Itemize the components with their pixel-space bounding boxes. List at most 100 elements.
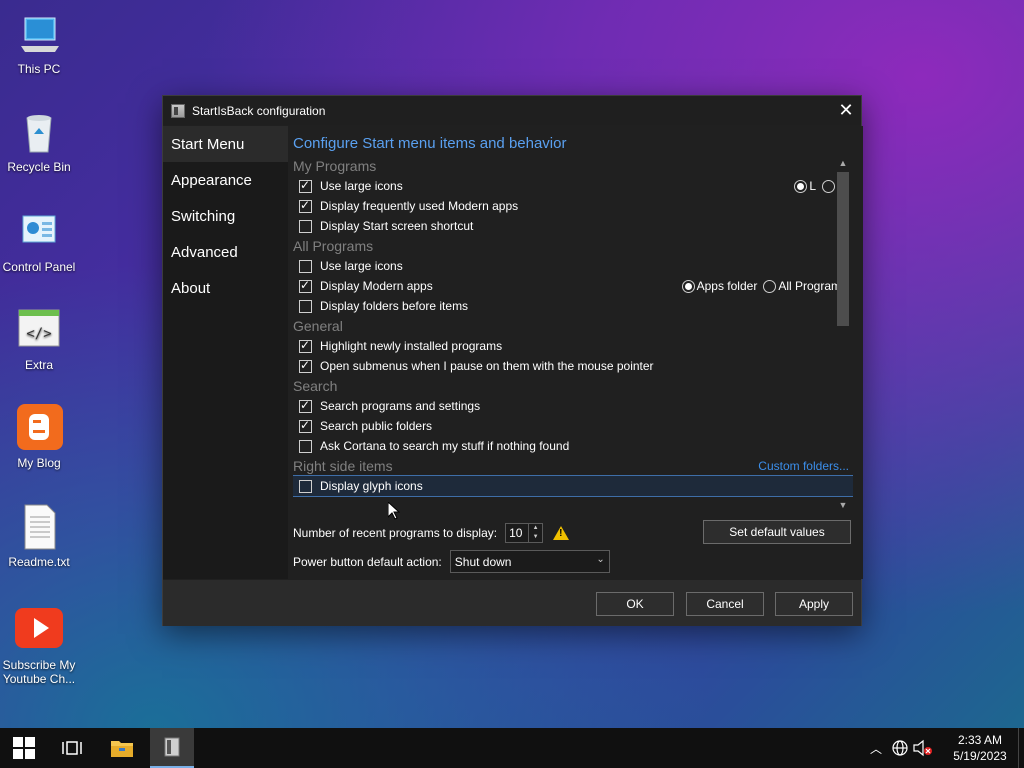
option-label: Use large icons bbox=[320, 259, 403, 273]
option-label: Use large icons bbox=[320, 179, 403, 193]
nav-item-appearance[interactable]: Appearance bbox=[163, 162, 288, 198]
set-default-values-button[interactable]: Set default values bbox=[703, 520, 851, 544]
network-globe-icon[interactable] bbox=[890, 738, 910, 758]
radio-button[interactable] bbox=[822, 179, 835, 193]
recent-programs-stepper[interactable]: 10 ▲ ▼ bbox=[505, 523, 544, 543]
stepper-value[interactable]: 10 bbox=[506, 526, 528, 540]
mouse-cursor-icon bbox=[388, 502, 400, 520]
stepper-arrows-icon[interactable]: ▲ ▼ bbox=[528, 524, 542, 542]
section-title: My Programs bbox=[293, 158, 377, 174]
option-row[interactable]: Display glyph icons bbox=[293, 475, 853, 497]
desktop-icon-label: Recycle Bin bbox=[7, 160, 71, 174]
radio-option-l[interactable]: L bbox=[794, 179, 816, 193]
option-row[interactable]: Display folders before items bbox=[293, 296, 853, 316]
desktop-icon-this-pc[interactable]: This PC bbox=[0, 10, 78, 76]
power-action-label: Power button default action: bbox=[293, 554, 442, 569]
option-row[interactable]: Use large icons L M bbox=[293, 176, 853, 196]
cancel-button[interactable]: Cancel bbox=[686, 592, 764, 616]
warning-icon bbox=[553, 526, 570, 540]
option-row[interactable]: Display Modern apps Apps folder All Prog… bbox=[293, 276, 853, 296]
desktop-icon-my-blog[interactable]: My Blog bbox=[0, 404, 78, 470]
desktop-icon-label: This PC bbox=[17, 62, 61, 76]
sidebar-nav: Start Menu Appearance Switching Advanced… bbox=[163, 126, 288, 579]
desktop-icon-recycle-bin[interactable]: Recycle Bin bbox=[0, 108, 78, 174]
recent-programs-label: Number of recent programs to display: bbox=[293, 526, 498, 540]
option-row[interactable]: Display Start screen shortcut bbox=[293, 216, 853, 236]
youtube-icon bbox=[15, 606, 63, 654]
control-panel-icon bbox=[15, 208, 63, 256]
option-row[interactable]: Open submenus when I pause on them with … bbox=[293, 356, 853, 376]
checkbox[interactable] bbox=[299, 358, 312, 373]
config-window: StartIsBack configuration ✕ Start Menu A… bbox=[162, 95, 863, 626]
radio-option-apps-folder[interactable]: Apps folder bbox=[681, 279, 757, 293]
show-desktop-button[interactable] bbox=[1018, 728, 1024, 768]
checkbox[interactable] bbox=[299, 439, 312, 453]
code-file-icon: </> bbox=[15, 306, 63, 354]
option-label: Open submenus when I pause on them with … bbox=[320, 359, 654, 373]
checkbox[interactable] bbox=[299, 178, 312, 193]
checkbox[interactable] bbox=[299, 479, 312, 493]
option-row[interactable]: Search public folders bbox=[293, 416, 853, 436]
nav-item-start-menu[interactable]: Start Menu bbox=[163, 126, 288, 162]
radio-button[interactable] bbox=[763, 279, 777, 293]
option-row[interactable]: Highlight newly installed programs bbox=[293, 336, 853, 356]
chevron-up-icon[interactable]: ︿ bbox=[864, 740, 888, 757]
windows-logo-icon bbox=[13, 737, 35, 759]
startisback-app-icon bbox=[164, 737, 180, 757]
apply-button[interactable]: Apply bbox=[775, 592, 853, 616]
option-row[interactable]: Display frequently used Modern apps bbox=[293, 196, 853, 216]
task-view-button[interactable] bbox=[48, 728, 96, 768]
scroll-down-icon[interactable]: ▼ bbox=[835, 498, 851, 512]
options-list: My Programs Use large icons L M Display … bbox=[293, 156, 853, 512]
desktop-icon-extra[interactable]: </> Extra bbox=[0, 306, 78, 372]
startisback-taskbar-button[interactable] bbox=[150, 728, 194, 768]
checkbox[interactable] bbox=[299, 338, 312, 353]
power-action-select[interactable]: Shut down ⌄ bbox=[449, 550, 610, 573]
option-row[interactable]: Search programs and settings bbox=[293, 396, 853, 416]
task-view-icon bbox=[62, 741, 82, 755]
start-button[interactable] bbox=[0, 728, 48, 768]
select-value: Shut down bbox=[454, 554, 512, 569]
radio-button[interactable] bbox=[681, 279, 695, 293]
desktop-icon-youtube[interactable]: Subscribe My Youtube Ch... bbox=[0, 606, 78, 686]
checkbox[interactable] bbox=[299, 259, 312, 273]
desktop-icon-label: My Blog bbox=[17, 456, 61, 470]
checkbox[interactable] bbox=[299, 299, 312, 313]
scroll-up-icon[interactable]: ▲ bbox=[835, 156, 851, 170]
checkbox[interactable] bbox=[299, 418, 312, 433]
section-title: General bbox=[293, 318, 343, 334]
system-tray: ︿ 2:33 AM 5/19/2023 bbox=[864, 728, 1024, 768]
page-heading: Configure Start menu items and behavior bbox=[293, 135, 567, 152]
nav-item-switching[interactable]: Switching bbox=[163, 198, 288, 234]
content-panel: Configure Start menu items and behavior … bbox=[289, 126, 863, 579]
modern-apps-radio-group: Apps folder All Programs bbox=[676, 276, 847, 296]
desktop-icon-readme[interactable]: Readme.txt bbox=[0, 503, 78, 569]
taskbar: ︿ 2:33 AM 5/19/2023 bbox=[0, 728, 1024, 768]
checkbox[interactable] bbox=[299, 219, 312, 233]
svg-text:</>: </> bbox=[26, 326, 51, 342]
option-row[interactable]: Ask Cortana to search my stuff if nothin… bbox=[293, 436, 853, 456]
clock-time: 2:33 AM bbox=[957, 733, 1003, 747]
clock[interactable]: 2:33 AM 5/19/2023 bbox=[942, 732, 1018, 764]
option-row[interactable]: Use large icons bbox=[293, 256, 853, 276]
checkbox[interactable] bbox=[299, 198, 312, 213]
scroll-thumb[interactable] bbox=[837, 172, 849, 326]
window-title: StartIsBack configuration bbox=[192, 103, 326, 118]
radio-button[interactable] bbox=[794, 179, 808, 193]
folder-icon bbox=[111, 741, 133, 757]
vertical-scrollbar[interactable]: ▲ ▼ bbox=[835, 156, 851, 512]
checkbox[interactable] bbox=[299, 278, 312, 293]
nav-item-advanced[interactable]: Advanced bbox=[163, 234, 288, 270]
file-explorer-button[interactable] bbox=[98, 728, 146, 768]
nav-item-about[interactable]: About bbox=[163, 270, 288, 306]
title-bar[interactable]: StartIsBack configuration ✕ bbox=[163, 96, 861, 125]
ok-button[interactable]: OK bbox=[596, 592, 674, 616]
blogger-icon bbox=[15, 404, 63, 452]
volume-muted-icon[interactable] bbox=[912, 738, 934, 758]
option-label: Display folders before items bbox=[320, 299, 469, 313]
section-title: All Programs bbox=[293, 238, 374, 254]
desktop-icon-control-panel[interactable]: Control Panel bbox=[0, 208, 78, 274]
option-label: Display glyph icons bbox=[320, 479, 423, 493]
close-icon[interactable]: ✕ bbox=[831, 96, 861, 125]
checkbox[interactable] bbox=[299, 398, 312, 413]
